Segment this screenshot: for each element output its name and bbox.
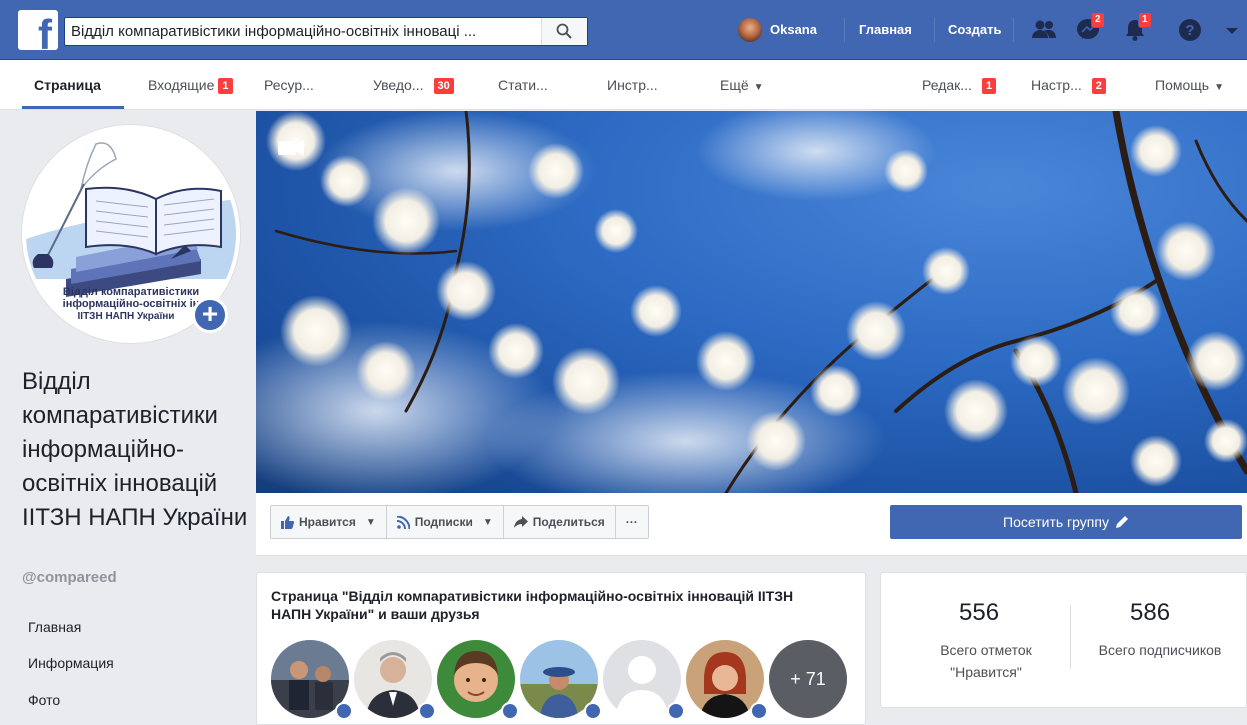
logo-text-line: інформаційно-освітніх ін <box>63 298 200 310</box>
settings-badge: 2 <box>1091 78 1106 94</box>
video-camera-icon <box>278 140 304 156</box>
pencil-icon <box>1115 516 1128 528</box>
tab-label: Стати... <box>498 77 548 93</box>
divider <box>1070 605 1071 669</box>
page-tab-bar: Страница Входящие 1 Ресур... Уведо... 30 С… <box>0 60 1247 110</box>
edit-badge: 1 <box>981 78 997 94</box>
caret-down-icon: ▼ <box>753 82 764 93</box>
more-friends-count[interactable]: + 71 <box>769 640 847 718</box>
tab-label: Страница <box>34 77 101 93</box>
friends-card-title[interactable]: Страница "Відділ компаративістики інформ… <box>257 587 827 623</box>
caret-down-icon: ▼ <box>482 516 493 528</box>
left-sidebar: Відділ компаративістики інформаційно-осв… <box>0 111 256 725</box>
friends-who-like-card: Страница "Відділ компаративістики інформ… <box>256 572 866 725</box>
total-likes-count: 556 <box>959 599 1000 626</box>
ellipsis-icon: ··· <box>625 515 638 529</box>
svg-text:?: ? <box>1185 22 1194 39</box>
visit-group-button[interactable]: Посетить группу <box>890 505 1242 539</box>
search-box[interactable]: Відділ компаративістики інформаційно-осв… <box>64 17 588 46</box>
thumbs-up-icon <box>281 515 294 529</box>
top-bar: f Відділ компаративістики інформаційно-о… <box>0 0 1247 60</box>
cover-photo[interactable] <box>256 111 1247 493</box>
divider <box>844 18 845 42</box>
subscriptions-label: Подписки <box>414 515 473 529</box>
help-icon[interactable]: ? <box>1176 16 1204 44</box>
friend-requests-icon[interactable] <box>1030 16 1058 44</box>
total-followers-count: 586 <box>1130 599 1171 626</box>
subscriptions-button[interactable]: Подписки ▼ <box>387 506 504 538</box>
notifications-badge: 1 <box>1138 12 1152 28</box>
page-title: Відділ компаративістики інформаційно-осв… <box>22 368 248 531</box>
inbox-badge: 1 <box>218 78 233 94</box>
total-followers-label: Всего подписчиков <box>1098 642 1222 658</box>
notifications-tab-badge: 30 <box>433 78 454 94</box>
like-badge-icon <box>501 702 519 720</box>
tab-tools[interactable]: Инстр... <box>607 77 658 93</box>
page-action-bar: Нравится ▼ Подписки ▼ Поделиться ··· Пос… <box>256 493 1247 556</box>
tab-more[interactable]: Ещё ▼ <box>720 77 764 93</box>
like-badge-icon <box>750 702 768 720</box>
nav-item-home[interactable]: Главная <box>28 619 81 635</box>
tab-edit[interactable]: Редак... 1 <box>922 77 997 94</box>
messages-badge: 2 <box>1091 12 1105 28</box>
messenger-icon[interactable]: 2 <box>1075 12 1105 44</box>
total-likes-label: Всего отметок "Нравится" <box>940 642 1032 680</box>
tab-page[interactable]: Страница <box>34 77 101 93</box>
visit-group-label: Посетить группу <box>1003 514 1109 530</box>
more-options-button[interactable]: ··· <box>616 506 648 538</box>
user-name: Oksana <box>770 22 817 37</box>
page-stats-card: 556 Всего отметок "Нравится" 586 Всего п… <box>880 572 1247 708</box>
search-button[interactable] <box>541 18 587 45</box>
tab-settings[interactable]: Настр... 2 <box>1031 77 1106 94</box>
like-badge-icon <box>584 702 602 720</box>
page-username[interactable]: @compareed <box>22 569 117 586</box>
divider <box>934 18 935 42</box>
avatar <box>738 18 762 42</box>
caret-down-icon: ▼ <box>1214 82 1224 93</box>
notifications-bell-icon[interactable]: 1 <box>1122 12 1152 44</box>
tab-help[interactable]: Помощь ▼ <box>1155 77 1224 93</box>
tab-label: Ресур... <box>264 77 314 93</box>
tab-statistics[interactable]: Стати... <box>498 77 548 93</box>
nav-item-info[interactable]: Информация <box>28 655 114 671</box>
action-button-group: Нравится ▼ Подписки ▼ Поделиться ··· <box>270 505 649 539</box>
like-badge-icon <box>667 702 685 720</box>
tab-notifications[interactable]: Уведо... 30 <box>373 77 454 94</box>
tab-label: Редак... <box>922 77 972 93</box>
tab-label: Входящие <box>148 77 215 93</box>
logo-text-line: Відділ компаративістики <box>63 286 199 298</box>
nav-item-photos[interactable]: Фото <box>28 692 60 708</box>
like-button[interactable]: Нравится ▼ <box>271 506 387 538</box>
tab-label: Инстр... <box>607 77 658 93</box>
active-tab-indicator <box>22 106 124 109</box>
search-icon <box>556 23 572 39</box>
account-menu-chevron-down-icon[interactable] <box>1218 16 1246 44</box>
tab-label: Настр... <box>1031 77 1082 93</box>
tab-label: Уведо... <box>373 77 424 93</box>
home-link[interactable]: Главная <box>859 22 912 37</box>
caret-down-icon: ▼ <box>365 516 376 528</box>
facebook-logo-icon[interactable]: f <box>18 10 58 50</box>
tab-label: Помощь <box>1155 77 1210 93</box>
like-label: Нравится <box>299 515 356 529</box>
share-arrow-icon <box>513 516 528 528</box>
tab-inbox[interactable]: Входящие 1 <box>148 77 233 94</box>
share-button[interactable]: Поделиться <box>504 506 616 538</box>
divider <box>1013 18 1014 42</box>
logo-text-line: ІІТЗН НАПН України <box>78 311 175 322</box>
add-profile-photo-plus-icon[interactable]: + <box>192 297 228 333</box>
tab-resources[interactable]: Ресур... <box>264 77 314 93</box>
create-link[interactable]: Создать <box>948 22 1001 37</box>
search-input[interactable]: Відділ компаративістики інформаційно-осв… <box>71 23 551 40</box>
share-label: Поделиться <box>532 515 605 529</box>
cover-image <box>256 111 1247 493</box>
like-badge-icon <box>335 702 353 720</box>
tab-label: Ещё <box>720 77 749 93</box>
rss-icon <box>396 515 410 529</box>
like-badge-icon <box>418 702 436 720</box>
